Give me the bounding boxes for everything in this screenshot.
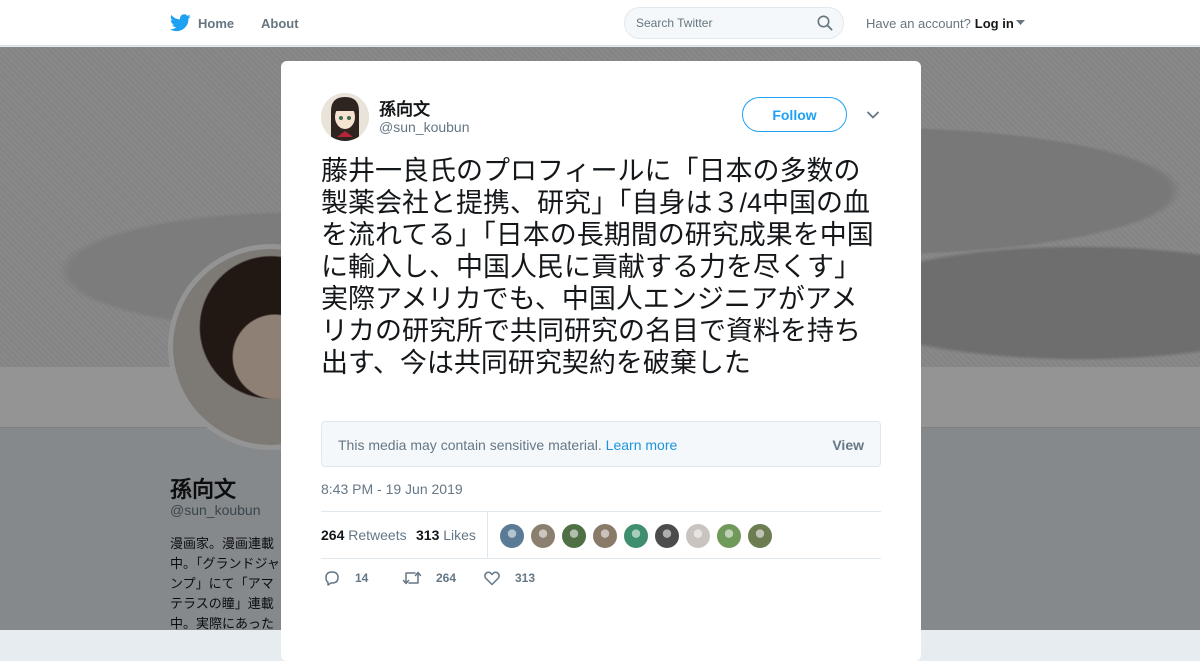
tweet-actions: 14 264 313 [321, 569, 621, 591]
likes-count: 313 [416, 527, 440, 543]
follow-button[interactable]: Follow [742, 97, 847, 132]
author-name[interactable]: 孫向文 [379, 95, 430, 120]
liker-avatar[interactable] [654, 523, 680, 549]
sensitive-message: This media may contain sensitive materia… [338, 437, 602, 453]
reply-count: 14 [355, 571, 369, 585]
sensitive-message-line: This media may contain sensitive materia… [338, 437, 677, 453]
tweet-text: 藤井一良氏のプロフィールに「日本の多数の製薬会社と提携、研究」「自身は３/4中国… [321, 156, 874, 378]
retweet-count: 264 [436, 571, 457, 585]
likes-label: Likes [443, 527, 476, 543]
liker-avatar[interactable] [685, 523, 711, 549]
liker-avatar[interactable] [561, 523, 587, 549]
likes-stat[interactable]: 313 Likes [416, 527, 476, 543]
liker-avatar[interactable] [623, 523, 649, 549]
retweets-count: 264 [321, 527, 345, 543]
twitter-bird-icon [170, 14, 191, 32]
learn-more-link[interactable]: Learn more [606, 437, 678, 453]
tweet-timestamp[interactable]: 8:43 PM - 19 Jun 2019 [321, 481, 463, 497]
liker-avatars [499, 523, 778, 549]
search-icon[interactable] [817, 15, 833, 31]
reply-action[interactable]: 14 [323, 569, 368, 587]
author-handle[interactable]: @sun_koubun [379, 119, 470, 135]
tweet-stats: 264 Retweets 313 Likes [321, 511, 881, 559]
have-account-text: Have an account? [866, 15, 971, 31]
nav-home[interactable]: Home [170, 0, 234, 46]
liker-avatar[interactable] [747, 523, 773, 549]
search-box [624, 7, 844, 39]
like-action[interactable]: 313 [483, 569, 535, 587]
heart-icon [484, 571, 500, 586]
nav-home-label: Home [198, 15, 235, 31]
chevron-down-icon[interactable] [865, 107, 881, 123]
liker-avatar[interactable] [592, 523, 618, 549]
like-count: 313 [515, 571, 536, 585]
retweet-icon [402, 571, 422, 585]
tweet-modal: 孫向文 @sun_koubun Follow 藤井一良氏のプロフィールに「日本の… [281, 61, 921, 661]
sensitive-media-warning: This media may contain sensitive materia… [321, 421, 881, 467]
view-button[interactable]: View [832, 437, 864, 453]
avatar[interactable] [321, 93, 369, 141]
account-area: Have an account? Log in [866, 0, 1025, 46]
nav-about-label: About [261, 15, 299, 31]
nav-about[interactable]: About [261, 0, 299, 46]
retweets-label: Retweets [348, 527, 407, 543]
login-link[interactable]: Log in [975, 16, 1014, 31]
avatar-image [321, 93, 369, 141]
chevron-down-icon[interactable] [1015, 20, 1025, 26]
top-navigation-bar: Home About Have an account? Log in [0, 0, 1200, 46]
liker-avatar[interactable] [499, 523, 525, 549]
retweets-stat[interactable]: 264 Retweets [321, 527, 407, 543]
retweet-action[interactable]: 264 [402, 569, 456, 587]
reply-icon [325, 571, 339, 586]
search-input[interactable] [636, 8, 806, 38]
stats-divider [487, 512, 488, 558]
close-icon[interactable]: ✕ [1152, 9, 1182, 40]
liker-avatar[interactable] [716, 523, 742, 549]
liker-avatar[interactable] [530, 523, 556, 549]
